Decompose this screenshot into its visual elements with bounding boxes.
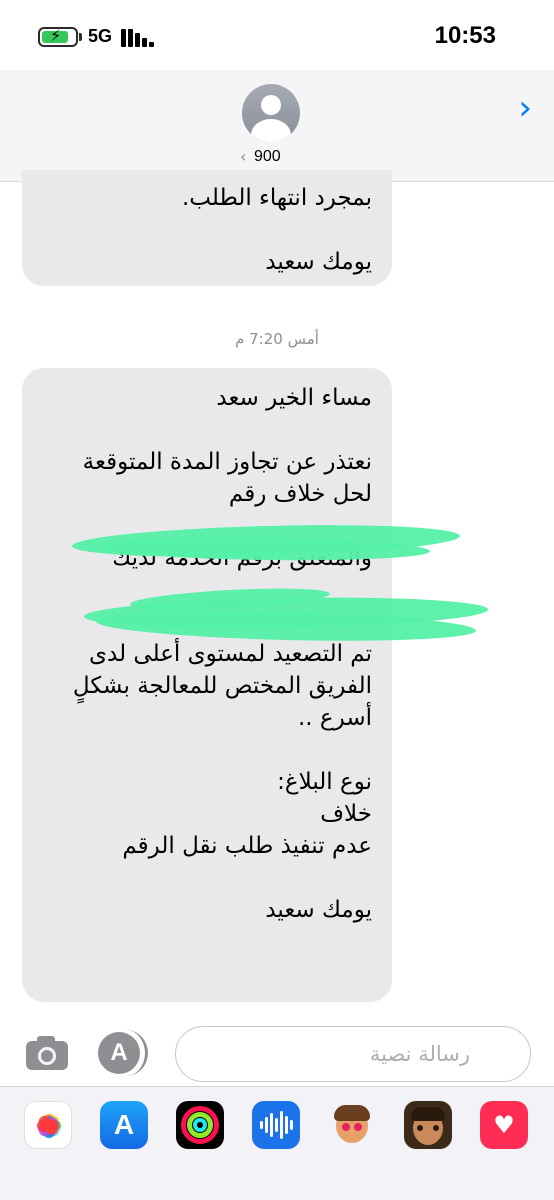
audio-message-icon[interactable] xyxy=(252,1101,300,1149)
memoji-icon[interactable] xyxy=(328,1101,376,1149)
imessage-app-drawer: A ♥ xyxy=(0,1086,554,1200)
memoji-icon[interactable] xyxy=(404,1101,452,1149)
status-bar: ⚡ 5G 10:53 xyxy=(0,0,554,70)
signal-strength-icon xyxy=(121,27,154,47)
forward-chevron-icon[interactable]: › xyxy=(518,88,532,128)
message-input-field[interactable] xyxy=(175,1026,531,1082)
activity-icon[interactable] xyxy=(176,1101,224,1149)
conversation-header: ‹ 900 › xyxy=(0,70,554,182)
status-time: 10:53 xyxy=(434,22,496,49)
camera-icon[interactable] xyxy=(24,1034,70,1072)
message-timestamp: أمس 7:20 م xyxy=(235,330,319,348)
person-placeholder-icon[interactable] xyxy=(242,84,300,142)
battery-nub xyxy=(79,33,82,41)
digital-touch-icon[interactable]: ♥ xyxy=(480,1101,528,1149)
message-bubble-incoming[interactable]: مساء الخير سعد نعتذر عن تجاوز المدة المت… xyxy=(22,368,392,1002)
contact-name[interactable]: 900 xyxy=(254,148,281,166)
network-type: 5G xyxy=(88,26,113,46)
contact-chevron-icon[interactable]: ‹ xyxy=(240,147,246,166)
charging-bolt-icon: ⚡ xyxy=(50,26,62,45)
composer-bar: A xyxy=(0,1022,554,1086)
photos-icon[interactable] xyxy=(24,1101,72,1149)
app-store-icon[interactable]: A xyxy=(98,1030,148,1076)
app-store-icon[interactable]: A xyxy=(100,1101,148,1149)
message-input[interactable] xyxy=(176,1027,530,1081)
message-bubble-incoming[interactable]: بمجرد انتهاء الطلب. يومك سعيد xyxy=(22,170,392,286)
